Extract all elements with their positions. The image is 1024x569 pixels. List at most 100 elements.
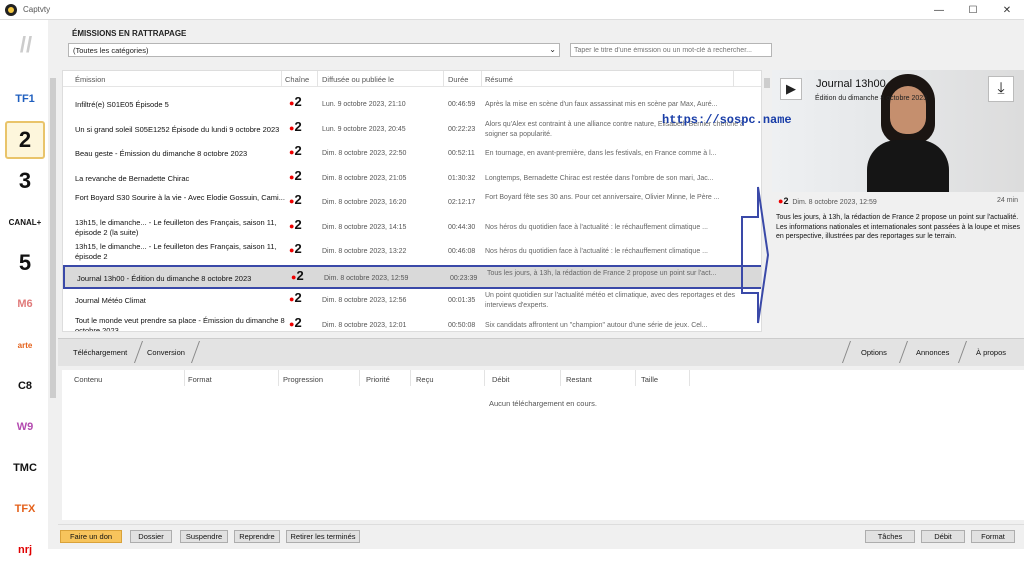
table-row[interactable]: Beau geste - Émission du dimanche 8 octo… [63, 142, 761, 167]
window-controls: — ☐ ✕ [922, 0, 1024, 20]
preview-duration: 24 min [996, 197, 1018, 204]
category-select[interactable]: (Toutes les catégories) ⌄ [68, 43, 560, 57]
download-tabs: Téléchargement Conversion Options Annonc… [58, 338, 1024, 366]
col-progression[interactable]: Progression [283, 375, 323, 384]
all-channels-icon[interactable]: // [8, 30, 44, 60]
table-row[interactable]: Fort Boyard S30 Sourire à la vie - Avec … [63, 191, 761, 216]
channel-9[interactable]: TMC [5, 449, 45, 487]
channel-1[interactable]: 2 [5, 121, 45, 159]
row-summary: En tournage, en avant-première, dans les… [485, 150, 717, 157]
app-window: Captvty — ☐ ✕ // TF1 2 3 CANAL+ 5 M6 arte C8 W9 T… [0, 0, 1024, 556]
row-duration: 00:50:08 [448, 321, 476, 329]
preview-description: Tous les jours, à 13h, la rédaction de F… [776, 214, 1020, 240]
download-button[interactable]: ⤓ [988, 76, 1014, 102]
format-button[interactable]: Format [971, 530, 1015, 543]
app-icon [5, 3, 17, 16]
annotation-arrow-icon [741, 186, 770, 324]
row-title: 13h15, le dimanche... - Le feuilleton de… [75, 242, 277, 261]
remove-finished-button[interactable]: Retirer les terminés [286, 530, 360, 543]
table-row[interactable]: 13h15, le dimanche... - Le feuilleton de… [63, 240, 761, 265]
col-format[interactable]: Format [188, 375, 212, 384]
col-priorite[interactable]: Priorité [366, 375, 390, 384]
title-bar: Captvty — ☐ ✕ [0, 0, 1024, 20]
row-summary: Six candidats affrontent un "champion" a… [485, 321, 708, 329]
rate-button[interactable]: Débit [921, 530, 965, 543]
row-title: Beau geste - Émission du dimanche 8 octo… [75, 149, 248, 158]
col-date[interactable]: Diffusée ou publiée le [322, 75, 394, 84]
table-row[interactable]: Journal Météo Climat ●2 Dim. 8 octobre 202… [63, 289, 761, 314]
program-thumbnail: ▶ Journal 13h00 Édition du dimanche 8 oc… [772, 70, 1024, 192]
channel-5[interactable]: M6 [5, 285, 45, 323]
row-channel-logo: ●2 [289, 143, 302, 158]
row-date: Dim. 8 octobre 2023, 13:22 [322, 248, 407, 255]
channel-scrollbar[interactable] [48, 70, 58, 522]
channel-10[interactable]: TFX [5, 490, 45, 528]
row-duration: 00:01:35 [448, 297, 476, 304]
col-debit[interactable]: Débit [492, 375, 510, 384]
channel-11[interactable]: nrj [5, 531, 45, 569]
row-duration: 02:12:17 [448, 199, 476, 206]
row-channel-logo: ●2 [289, 167, 302, 183]
col-emission[interactable]: Émission [75, 75, 105, 84]
row-date: Dim. 8 octobre 2023, 12:56 [322, 297, 407, 304]
row-duration: 01:30:32 [448, 174, 476, 182]
row-channel-logo: ●2 [289, 314, 302, 330]
row-summary: Nos héros du quotidien face à l'actualit… [485, 223, 709, 231]
tab-conversion[interactable]: Conversion [147, 348, 185, 357]
play-button[interactable]: ▶ [780, 78, 802, 100]
row-duration: 00:46:08 [448, 248, 476, 255]
preview-channel: ●2 [778, 196, 789, 206]
channel-3[interactable]: CANAL+ [5, 203, 45, 241]
row-date: Dim. 8 octobre 2023, 12:01 [322, 321, 407, 329]
row-date: Dim. 8 octobre 2023, 16:20 [322, 199, 407, 206]
row-title: Infiltré(e) S01E05 Épisode 5 [75, 100, 169, 109]
table-row[interactable]: Journal 13h00 - Édition du dimanche 8 oc… [63, 264, 761, 289]
tab-annonces[interactable]: Annonces [916, 348, 949, 357]
suspend-button[interactable]: Suspendre [180, 530, 228, 543]
col-duree[interactable]: Durée [448, 75, 468, 84]
table-row[interactable]: Infiltré(e) S01E05 Épisode 5 ●2 Lun. 9 oct… [63, 93, 761, 118]
table-row[interactable]: La revanche de Bernadette Chirac ●2 Dim. 8… [63, 167, 761, 192]
close-icon[interactable]: ✕ [990, 0, 1024, 20]
col-restant[interactable]: Restant [566, 375, 592, 384]
minimize-icon[interactable]: — [922, 0, 956, 20]
channel-4[interactable]: 5 [5, 244, 45, 282]
channel-2[interactable]: 3 [5, 162, 45, 200]
row-channel-logo: ●2 [291, 267, 304, 283]
tab-telechargement[interactable]: Téléchargement [73, 348, 127, 357]
row-title: La revanche de Bernadette Chirac [75, 173, 190, 183]
channel-0[interactable]: TF1 [5, 80, 45, 118]
maximize-icon[interactable]: ☐ [956, 0, 990, 20]
table-row[interactable]: 13h15, le dimanche... - Le feuilleton de… [63, 216, 761, 241]
col-chaine[interactable]: Chaîne [285, 75, 309, 84]
preview-panel: ▶ Journal 13h00 Édition du dimanche 8 oc… [772, 70, 1024, 332]
catalog-header: ÉMISSIONS EN RATTRAPAGE (Toutes les caté… [58, 20, 1024, 66]
preview-meta: ●2 Dim. 8 octobre 2023, 12:59 24 min [778, 196, 1020, 206]
channel-8[interactable]: W9 [5, 408, 45, 446]
resume-button[interactable]: Reprendre [234, 530, 280, 543]
tab-a-propos[interactable]: À propos [976, 348, 1006, 357]
search-input[interactable] [570, 43, 772, 57]
channel-sidebar: // TF1 2 3 CANAL+ 5 M6 arte C8 W9 TMC TFX nrj [0, 20, 48, 556]
col-recu[interactable]: Reçu [416, 375, 434, 384]
donate-button[interactable]: Faire un don [60, 530, 122, 543]
tab-options[interactable]: Options [861, 348, 887, 357]
watermark-text: https://sospc.name [662, 113, 792, 127]
tasks-button[interactable]: Tâches [865, 530, 915, 543]
row-summary: Longtemps, Bernadette Chirac est restée … [485, 174, 714, 182]
channel-7[interactable]: C8 [5, 367, 45, 405]
row-date: Lun. 9 octobre 2023, 20:45 [322, 125, 406, 133]
window-title: Captvty [23, 5, 51, 14]
folder-button[interactable]: Dossier [130, 530, 172, 543]
table-row[interactable]: Un si grand soleil S05E1252 Épisode du l… [63, 118, 761, 143]
channel-6[interactable]: arte [5, 326, 45, 364]
page-title: ÉMISSIONS EN RATTRAPAGE [72, 29, 187, 38]
row-duration: 00:23:39 [450, 274, 478, 282]
col-contenu[interactable]: Contenu [74, 375, 102, 384]
downloads-table: Contenu Format Progression Priorité Reçu… [62, 370, 1024, 520]
row-channel-logo: ●2 [289, 192, 302, 207]
table-row[interactable]: Tout le monde veut prendre sa place - Ém… [63, 314, 761, 332]
row-summary: Un point quotidien sur l'actualité météo… [485, 292, 735, 309]
col-taille[interactable]: Taille [641, 375, 658, 384]
col-resume[interactable]: Résumé [485, 75, 513, 84]
